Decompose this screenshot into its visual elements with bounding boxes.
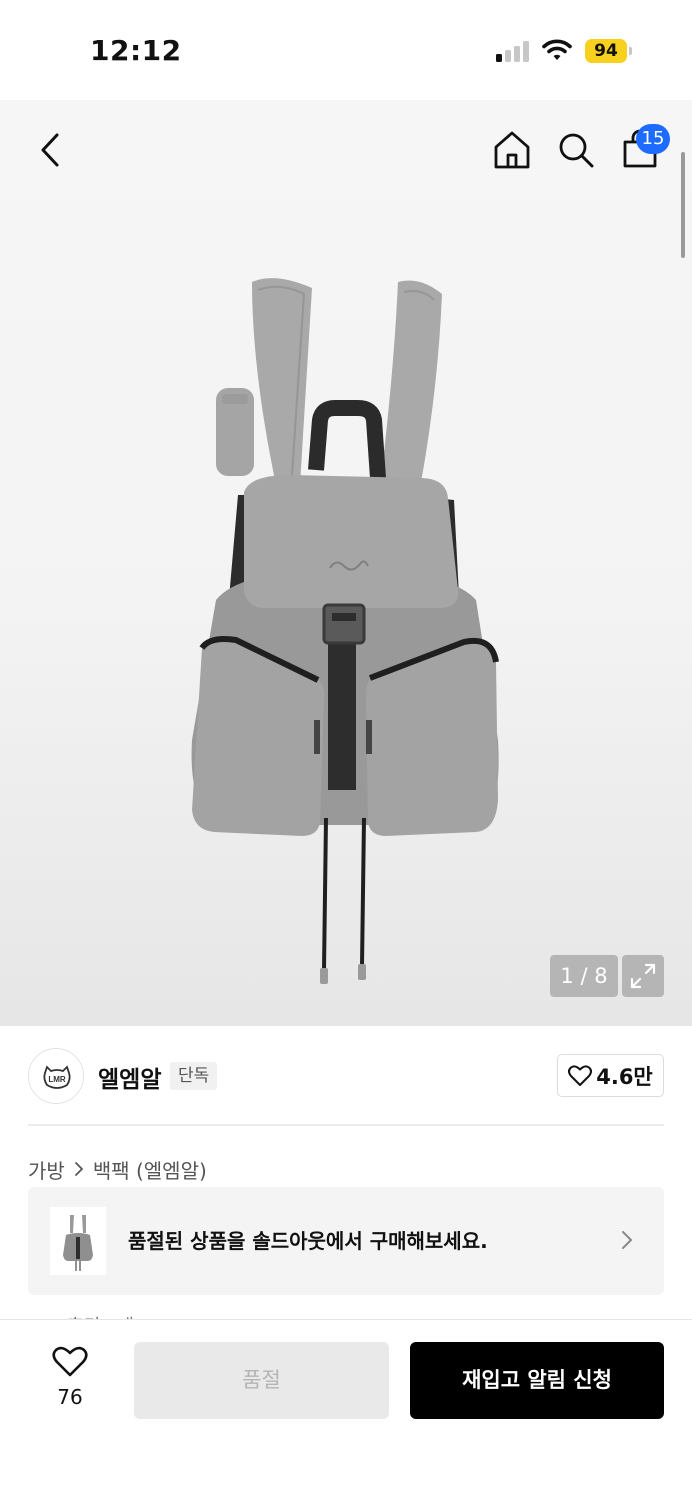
brand-like-button[interactable]: 4.6만	[557, 1054, 664, 1097]
scrollbar[interactable]	[681, 152, 685, 258]
exclusive-tag: 단독	[170, 1062, 218, 1090]
search-button[interactable]	[556, 130, 596, 170]
brand-logo[interactable]: LMR	[28, 1048, 84, 1104]
divider	[28, 1124, 664, 1126]
soldout-button[interactable]: 품절	[134, 1342, 389, 1419]
heart-icon	[52, 1346, 88, 1377]
restock-alert-button[interactable]: 재입고 알림 신청	[410, 1342, 664, 1419]
brand-logo-text: LMR	[48, 1075, 66, 1084]
status-bar: 12:12 94	[0, 0, 692, 100]
cart-count-badge: 15	[636, 124, 670, 154]
home-icon	[494, 131, 530, 169]
chevron-right-icon	[74, 1162, 83, 1176]
battery-level: 94	[594, 41, 618, 61]
wifi-icon	[542, 39, 572, 60]
status-time: 12:12	[90, 34, 182, 67]
expand-image-button[interactable]	[622, 955, 664, 997]
image-counter: 1 / 8	[550, 955, 618, 997]
chevron-right-icon	[622, 1231, 632, 1249]
breadcrumb-subcategory[interactable]: 백팩 (엘엠알)	[93, 1155, 207, 1184]
breadcrumb: 가방 백팩 (엘엠알)	[28, 1154, 207, 1184]
product-image	[191, 278, 499, 984]
chevron-left-icon	[41, 133, 59, 167]
battery-indicator: 94	[585, 39, 632, 63]
heart-icon	[568, 1064, 593, 1086]
home-button[interactable]	[492, 129, 532, 171]
soldout-promo-text: 품절된 상품을 솔드아웃에서 구매해보세요.	[128, 1229, 488, 1253]
search-icon	[559, 133, 594, 168]
brand-like-count: 4.6만	[596, 1064, 653, 1089]
back-button[interactable]	[30, 128, 70, 172]
soldout-promo-card[interactable]: 품절된 상품을 솔드아웃에서 구매해보세요.	[28, 1187, 664, 1295]
breadcrumb-category[interactable]: 가방	[28, 1155, 65, 1184]
brand-name[interactable]: 엘엠알	[98, 1060, 161, 1094]
wishlist-count: 76	[57, 1385, 83, 1409]
product-thumbnail	[50, 1207, 106, 1275]
expand-icon	[630, 963, 656, 989]
cellular-signal-icon	[496, 40, 532, 62]
